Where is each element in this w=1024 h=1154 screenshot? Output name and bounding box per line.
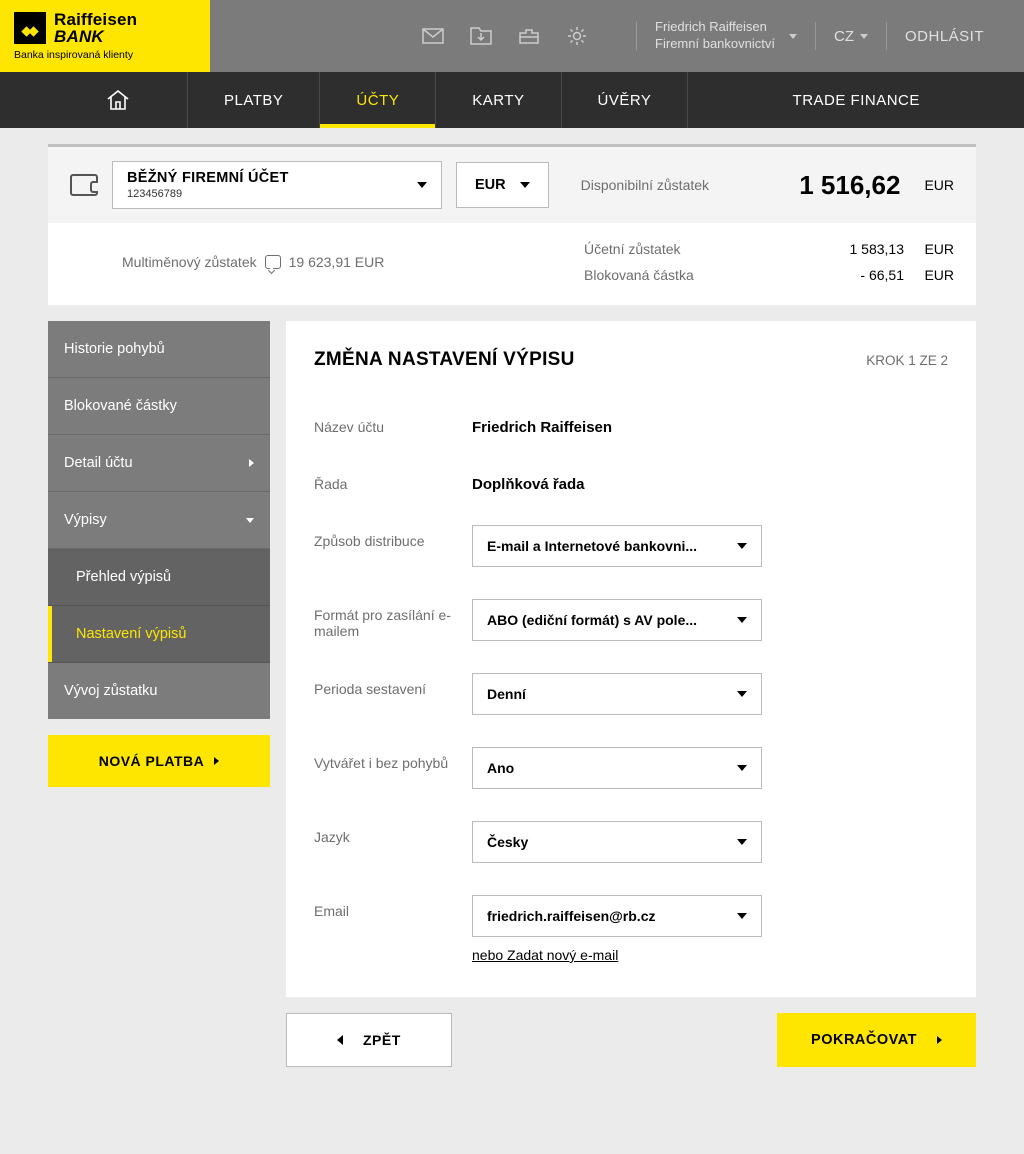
select-perioda[interactable]: Denní [472,673,762,715]
logo-block[interactable]: Raiffeisen BANK Banka inspirovaná klient… [0,0,210,72]
new-email-link[interactable]: nebo Zadat nový e-mail [472,947,762,963]
logout-link[interactable]: ODHLÁSIT [905,28,984,45]
chevron-down-icon [737,839,747,845]
nav-karty[interactable]: KARTY [436,72,561,128]
account-name: BĚŽNÝ FIREMNÍ ÚČET [127,170,427,186]
chevron-right-icon [214,757,219,765]
select-jazyk[interactable]: Česky [472,821,762,863]
back-button[interactable]: ZPĚT [286,1013,452,1067]
nav-home[interactable] [48,72,188,128]
divider [636,22,637,50]
chevron-left-icon [337,1035,343,1045]
nav-ucty[interactable]: ÚČTY [320,72,436,128]
select-email[interactable]: friedrich.raiffeisen@rb.cz [472,895,762,937]
value-nazev: Friedrich Raiffeisen [472,411,612,436]
ledger-currency: EUR [904,241,954,257]
value-rada: Doplňková řada [472,468,585,493]
chevron-down-icon [246,518,254,523]
continue-button[interactable]: POKRAČOVAT [777,1013,976,1067]
chevron-down-icon [737,617,747,623]
blocked-currency: EUR [904,267,954,283]
step-indicator: KROK 1 ZE 2 [866,353,948,368]
label-distribuce: Způsob distribuce [314,525,472,549]
blocked-label: Blokovaná částka [584,267,764,283]
logo-tagline: Banka inspirovaná klienty [14,49,210,61]
nav-platby[interactable]: PLATBY [188,72,320,128]
mail-icon[interactable] [422,25,444,47]
info-icon[interactable] [265,255,281,269]
new-payment-button[interactable]: NOVÁ PLATBA [48,735,270,787]
label-nazev: Název účtu [314,411,472,435]
label-jazyk: Jazyk [314,821,472,845]
tools-icon[interactable] [518,25,540,47]
multi-currency-balance: Multiměnový zůstatek 19 623,91 EUR [122,241,384,283]
label-vytvaret: Vytvářet i bez pohybů [314,747,472,771]
chevron-down-icon [417,182,427,188]
available-balance-value: 1 516,62 [799,170,900,201]
action-bar: ZPĚT POKRAČOVAT [286,1013,976,1067]
chevron-right-icon [937,1036,942,1044]
ledger-value: 1 583,13 [764,241,904,257]
currency-select[interactable]: EUR [456,162,549,208]
label-format: Formát pro zasílání e-mailem [314,599,472,639]
chevron-down-icon [737,765,747,771]
sidebar-item-vyvoj[interactable]: Vývoj zůstatku [48,663,270,719]
logo-text: Raiffeisen BANK [54,11,137,45]
sidebar: Historie pohybů Blokované částky Detail … [48,321,270,719]
chevron-down-icon [737,913,747,919]
chevron-right-icon [249,459,254,467]
blocked-value: - 66,51 [764,267,904,283]
sidebar-item-nastaveni[interactable]: Nastavení výpisů [48,606,270,663]
chevron-down-icon [789,34,797,39]
chevron-down-icon [737,691,747,697]
account-bar: BĚŽNÝ FIREMNÍ ÚČET 123456789 EUR Disponi… [48,144,976,223]
gear-icon[interactable] [566,25,588,47]
sidebar-item-detail[interactable]: Detail účtu [48,435,270,492]
label-email: Email [314,895,472,919]
download-folder-icon[interactable] [470,25,492,47]
nav-trade-finance[interactable]: TRADE FINANCE [688,72,1024,128]
chevron-down-icon [737,543,747,549]
nav-uvery[interactable]: ÚVĚRY [562,72,689,128]
available-balance-currency: EUR [924,177,954,193]
user-menu[interactable]: Friedrich Raiffeisen Firemní bankovnictv… [655,19,797,53]
user-info: Friedrich Raiffeisen Firemní bankovnictv… [655,19,775,53]
account-details: Multiměnový zůstatek 19 623,91 EUR Účetn… [48,223,976,305]
sidebar-item-historie[interactable]: Historie pohybů [48,321,270,378]
sidebar-item-blokovane[interactable]: Blokované částky [48,378,270,435]
logo-icon [14,12,46,44]
label-perioda: Perioda sestavení [314,673,472,697]
account-number: 123456789 [127,188,427,200]
chevron-down-icon [520,182,530,188]
main-panel: ZMĚNA NASTAVENÍ VÝPISU KROK 1 ZE 2 Název… [286,321,976,997]
account-select[interactable]: BĚŽNÝ FIREMNÍ ÚČET 123456789 [112,161,442,209]
available-balance-label: Disponibilní zůstatek [581,177,709,193]
divider [886,22,887,50]
wallet-icon [70,174,98,196]
main-nav: PLATBY ÚČTY KARTY ÚVĚRY TRADE FINANCE [0,72,1024,128]
ledger-label: Účetní zůstatek [584,241,764,257]
currency-value: EUR [475,177,506,193]
page-title: ZMĚNA NASTAVENÍ VÝPISU [314,349,575,371]
language-select[interactable]: CZ [834,28,868,45]
select-vytvaret[interactable]: Ano [472,747,762,789]
header-top: Raiffeisen BANK Banka inspirovaná klient… [0,0,1024,72]
divider [815,22,816,50]
select-distribuce[interactable]: E-mail a Internetové bankovni... [472,525,762,567]
label-rada: Řada [314,468,472,492]
header-icons [422,25,588,47]
select-format[interactable]: ABO (ediční formát) s AV pole... [472,599,762,641]
sidebar-item-prehled[interactable]: Přehled výpisů [48,549,270,606]
chevron-down-icon [860,34,868,39]
sidebar-item-vypisy[interactable]: Výpisy [48,492,270,549]
